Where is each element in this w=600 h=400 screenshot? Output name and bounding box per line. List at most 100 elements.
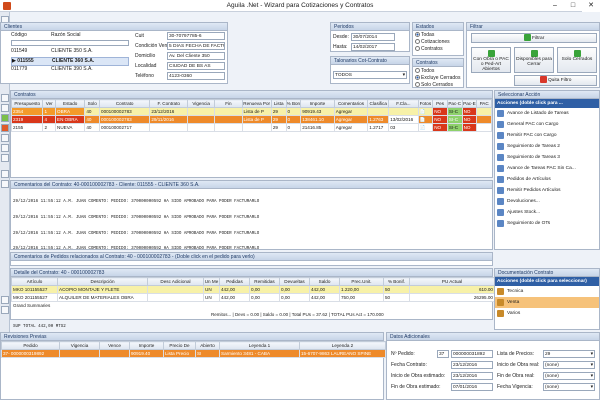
estado-contratos[interactable]: Contratos bbox=[415, 46, 443, 52]
localidad-field[interactable]: CIUDAD DE BS AS bbox=[167, 62, 225, 70]
condicion-venta-field[interactable]: 5 DIAS FECHA DE FACTU bbox=[167, 42, 225, 50]
talonarios-panel: Talonarios Cot-Contrato TODOS ▾ bbox=[330, 56, 410, 84]
clientes-table: Código Razón Social 011549 CLIENTE 350 S… bbox=[11, 32, 131, 83]
contratos-filter-panel: Contratos Todos Excluye Cerrados Solo Ce… bbox=[412, 58, 464, 88]
contratos-table: Presupuesto Ver Estado Solo Contrato F. Contr… bbox=[10, 99, 492, 132]
photo-icon: 📄 bbox=[417, 107, 434, 116]
inicio-obra-estimado-field[interactable]: 23/12/2016 bbox=[451, 372, 493, 380]
accion-item[interactable]: Avance de Tareas PAC Sin Ca... bbox=[495, 163, 599, 174]
photo-icon: 📄 bbox=[417, 115, 434, 124]
accion-item[interactable]: General PAC con Cargo bbox=[495, 119, 599, 130]
table-row[interactable]: 011779 CLIENTE 390 S.A. bbox=[11, 66, 129, 75]
detalle-panel: Detalle del Contrato: 40 - 000100002783 … bbox=[10, 268, 495, 320]
chevron-down-icon: ▾ bbox=[590, 374, 593, 379]
table-row[interactable]: 2155 2 NUEVA 40 000100002717 29 0 21416.85 Agreg… bbox=[10, 123, 492, 132]
accion-item[interactable]: Ajustes Stock... bbox=[495, 207, 599, 218]
refresh-icon[interactable] bbox=[1, 144, 9, 152]
cuit-field[interactable]: 30-70797785-6 bbox=[167, 32, 225, 40]
folder-icon bbox=[497, 310, 504, 317]
task-icon bbox=[497, 143, 504, 150]
revisiones-panel: Revisiones Previas Pedido Vigencia Vence Im… bbox=[0, 332, 386, 400]
pedido-number-field[interactable]: 000000031892 bbox=[451, 350, 493, 358]
chevron-down-icon: ▾ bbox=[590, 363, 593, 368]
contratos-todos[interactable]: Todos bbox=[415, 68, 434, 74]
doc-item[interactable]: Tecnica bbox=[495, 286, 599, 297]
talonarios-select[interactable]: TODOS ▾ bbox=[333, 71, 407, 79]
filter-obra-abiertos-button[interactable]: Con Obra o PAC o Ped-Art Abiertos bbox=[471, 47, 511, 73]
hasta-input[interactable]: 14/02/2017 bbox=[351, 43, 395, 51]
fin-obra-estimado-field[interactable]: 07/01/2016 bbox=[451, 383, 493, 391]
acciones-panel: Seleccionar Acción Acciones (doble click… bbox=[494, 90, 600, 250]
window-title: Aguila .Net - Wizard para Cotizaciones y… bbox=[226, 2, 374, 9]
clientes-filter-input[interactable] bbox=[11, 40, 129, 46]
chevron-down-icon: ▾ bbox=[402, 73, 405, 78]
table-row[interactable]: MKO 201155527 ALQUILER DE MATERIALES OBRA… bbox=[11, 293, 495, 302]
accion-item[interactable]: Avance de Listado de Tareas bbox=[495, 108, 599, 119]
contratos-solo-cerrados[interactable]: Solo Cerrados bbox=[415, 82, 453, 88]
prev-record-icon[interactable] bbox=[1, 104, 9, 112]
filtrar-button[interactable]: Filtrar bbox=[471, 33, 597, 43]
task-icon bbox=[497, 110, 504, 117]
inicio-obra-real-select[interactable]: (none) ▾ bbox=[543, 361, 595, 369]
remit-icon bbox=[497, 132, 504, 139]
doc-item[interactable]: Varios bbox=[495, 308, 599, 319]
filter-icon[interactable] bbox=[1, 154, 9, 162]
acciones-title: Acciones (doble click para ... bbox=[495, 99, 599, 108]
accion-item[interactable]: Seguimiento de Tareas 3 bbox=[495, 152, 599, 163]
periodos-panel: Periodos Desde: 30/07/2014 Hasta: 14/02/… bbox=[330, 22, 410, 52]
detalle-table: Artículo Descripción Desc Adicional Un Me Pe… bbox=[11, 277, 495, 302]
documentacion-panel: Documentación Contrato Acciones (doble c… bbox=[494, 268, 600, 330]
desde-input[interactable]: 30/07/2014 bbox=[351, 33, 395, 41]
filter-disponibles-button[interactable]: Disponibles para Cerrar bbox=[514, 47, 554, 73]
edit-icon[interactable] bbox=[1, 134, 9, 142]
clientes-panel: Clientes Código Razón Social 011549 CLIE… bbox=[0, 22, 228, 84]
contratos-excluye-cerrados[interactable]: Excluye Cerrados bbox=[415, 75, 460, 81]
accion-item[interactable]: Remitir Pedidos Artículos bbox=[495, 185, 599, 196]
fin-obra-real-select[interactable]: (none) ▾ bbox=[543, 372, 595, 380]
lista-precios-select[interactable]: 29 ▾ bbox=[543, 350, 595, 358]
accion-item[interactable]: Pedidos de Artículos bbox=[495, 174, 599, 185]
remit-icon bbox=[497, 187, 504, 194]
task-icon bbox=[497, 154, 504, 161]
window-title-bar: Aguila .Net - Wizard para Cotizaciones y… bbox=[0, 0, 600, 12]
accion-item[interactable]: Devoluciones... bbox=[495, 196, 599, 207]
table-row-selected[interactable]: 37- 0000000319892 90919.40 Lista Precio SI S… bbox=[1, 349, 386, 358]
delete-icon[interactable] bbox=[1, 124, 9, 132]
chevron-down-icon: ▾ bbox=[590, 385, 593, 390]
fecha-contrato-field[interactable]: 23/12/2016 bbox=[451, 361, 493, 369]
task-icon bbox=[497, 165, 504, 172]
table-row-selected[interactable]: MKO 101155527 ACOPIO MONTAJE Y FLETE UN 442… bbox=[11, 285, 495, 294]
table-row[interactable]: 2354 1 OBRA 40 000100002783 23/12/2016 Lista d… bbox=[10, 107, 492, 116]
next-record-icon[interactable] bbox=[1, 170, 9, 178]
table-row-selected[interactable]: 2319 4 EN OBRA 40 000100002783 29/11/2016 List… bbox=[10, 115, 492, 124]
estados-panel: Estados Todas Cotizaciones Contratos bbox=[412, 22, 464, 56]
table-row[interactable]: 011549 CLIENTE 350 S.A. bbox=[11, 48, 129, 57]
detail-add-icon[interactable] bbox=[1, 296, 9, 304]
doc-item-selected[interactable]: Venta bbox=[495, 297, 599, 308]
estado-todas[interactable]: Todas bbox=[415, 32, 434, 38]
fecha-vigencia-select[interactable]: (none) ▾ bbox=[543, 383, 595, 391]
maximize-button[interactable]: □ bbox=[564, 0, 582, 12]
col-codigo: Código bbox=[11, 32, 27, 38]
first-record-icon[interactable] bbox=[1, 94, 9, 102]
add-icon[interactable] bbox=[1, 114, 9, 122]
filtrar-panel: Filtrar Filtrar Con Obra o PAC o Ped-Art… bbox=[466, 22, 600, 88]
domicilio-field[interactable]: Av. Del Cliente 350 bbox=[167, 52, 225, 60]
pedido-prefix-field[interactable]: 37 bbox=[437, 350, 449, 358]
filter-solo-cerrados-button[interactable]: Solo Cerrados bbox=[557, 47, 597, 73]
accion-item[interactable]: Seguimiento de Tareas 2 bbox=[495, 141, 599, 152]
last-record-icon[interactable] bbox=[1, 180, 9, 188]
close-button[interactable]: ✕ bbox=[582, 0, 600, 12]
telefono-field[interactable]: 4123-0360 bbox=[167, 72, 225, 80]
contratos-header-row: Presupuesto Ver Estado Solo Contrato F. Contr… bbox=[10, 99, 492, 108]
table-row-selected[interactable]: ▶ 011555 CLIENTE 360 S.A. bbox=[11, 57, 129, 66]
detail-remove-icon[interactable] bbox=[1, 306, 9, 314]
estado-cotizaciones[interactable]: Cotizaciones bbox=[415, 39, 450, 45]
ot-icon bbox=[497, 220, 504, 227]
photo-icon: 📄 bbox=[417, 123, 434, 132]
comentarios-panel: Comentarios del Contrato: 40-00010000278… bbox=[10, 180, 493, 329]
minimize-button[interactable]: – bbox=[546, 0, 564, 12]
accion-item[interactable]: Seguimiento de OTs bbox=[495, 218, 599, 229]
accion-item[interactable]: Remitir PAC con Cargo bbox=[495, 130, 599, 141]
quita-filtro-button[interactable]: Quita Filtro bbox=[514, 75, 597, 86]
